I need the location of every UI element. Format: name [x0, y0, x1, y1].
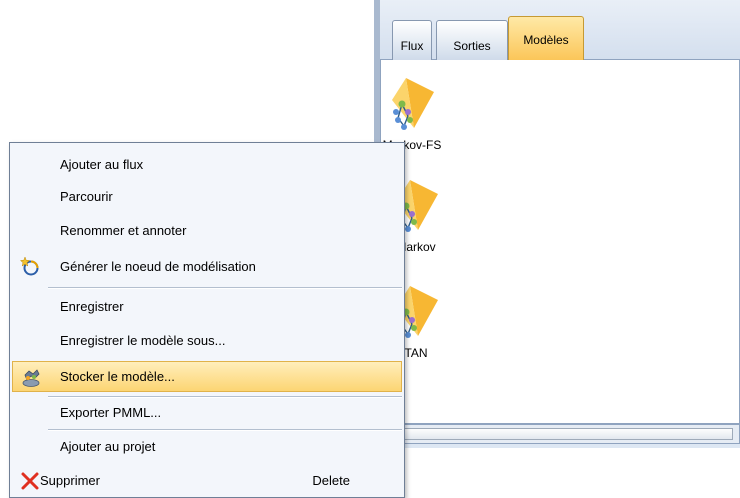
menu-item-delete[interactable]: Supprimer Delete — [12, 465, 402, 496]
scrollbar-thumb[interactable] — [383, 428, 733, 440]
tab-modeles[interactable]: Modèles — [508, 16, 584, 61]
menu-item-add-to-stream[interactable]: Ajouter au flux — [12, 149, 402, 180]
tab-sorties-label: Sorties — [453, 39, 491, 53]
menu-item-label: Parcourir — [60, 189, 113, 204]
menu-item-rename-annotate[interactable]: Renommer et annoter — [12, 215, 402, 246]
menu-separator — [48, 429, 402, 431]
menu-item-browse[interactable]: Parcourir — [12, 181, 402, 212]
store-model-icon — [22, 369, 40, 387]
tab-flux-label: Flux — [400, 39, 424, 53]
generate-sparkle-icon — [20, 257, 39, 276]
models-canvas[interactable]: Markov-FS Markov TAN — [380, 60, 740, 424]
menu-item-export-pmml[interactable]: Exporter PMML... — [12, 397, 402, 428]
menu-item-label: Exporter PMML... — [60, 405, 162, 420]
tab-sorties[interactable]: Sorties — [436, 20, 508, 60]
menu-item-label: Enregistrer — [60, 299, 124, 314]
menu-item-label: Supprimer — [40, 473, 100, 488]
model-node-markov-fs[interactable]: Markov-FS — [377, 74, 447, 152]
menu-item-label: Stocker le modèle... — [60, 369, 175, 384]
menu-item-save[interactable]: Enregistrer — [12, 291, 402, 322]
menu-item-save-model-as[interactable]: Enregistrer le modèle sous... — [12, 325, 402, 356]
delete-x-icon — [21, 472, 39, 490]
menu-item-label: Renommer et annoter — [60, 223, 187, 238]
tab-flux[interactable]: Flux — [392, 20, 432, 60]
menu-item-label: Ajouter au projet — [60, 439, 156, 454]
menu-item-store-model[interactable]: Stocker le modèle... — [12, 361, 402, 392]
menu-item-label: Enregistrer le modèle sous... — [60, 333, 226, 348]
palette-tabbar: Flux Sorties Modèles — [380, 0, 740, 61]
menu-item-shortcut: Delete — [312, 473, 350, 488]
bayes-net-model-icon — [392, 78, 434, 130]
menu-item-label: Ajouter au flux — [60, 157, 144, 172]
context-menu: Ajouter au flux Parcourir Renommer et an… — [9, 142, 405, 498]
menu-item-add-to-project[interactable]: Ajouter au projet — [12, 431, 402, 462]
menu-separator — [48, 287, 402, 289]
menu-item-generate-modeling-node[interactable]: Générer le noeud de modélisation — [12, 251, 402, 282]
models-palette: Flux Sorties Modèles Markov-FS Markov TA… — [374, 0, 740, 448]
menu-item-label: Générer le noeud de modélisation — [60, 259, 256, 274]
tab-modeles-label: Modèles — [523, 33, 569, 47]
horizontal-scrollbar[interactable] — [380, 424, 740, 444]
